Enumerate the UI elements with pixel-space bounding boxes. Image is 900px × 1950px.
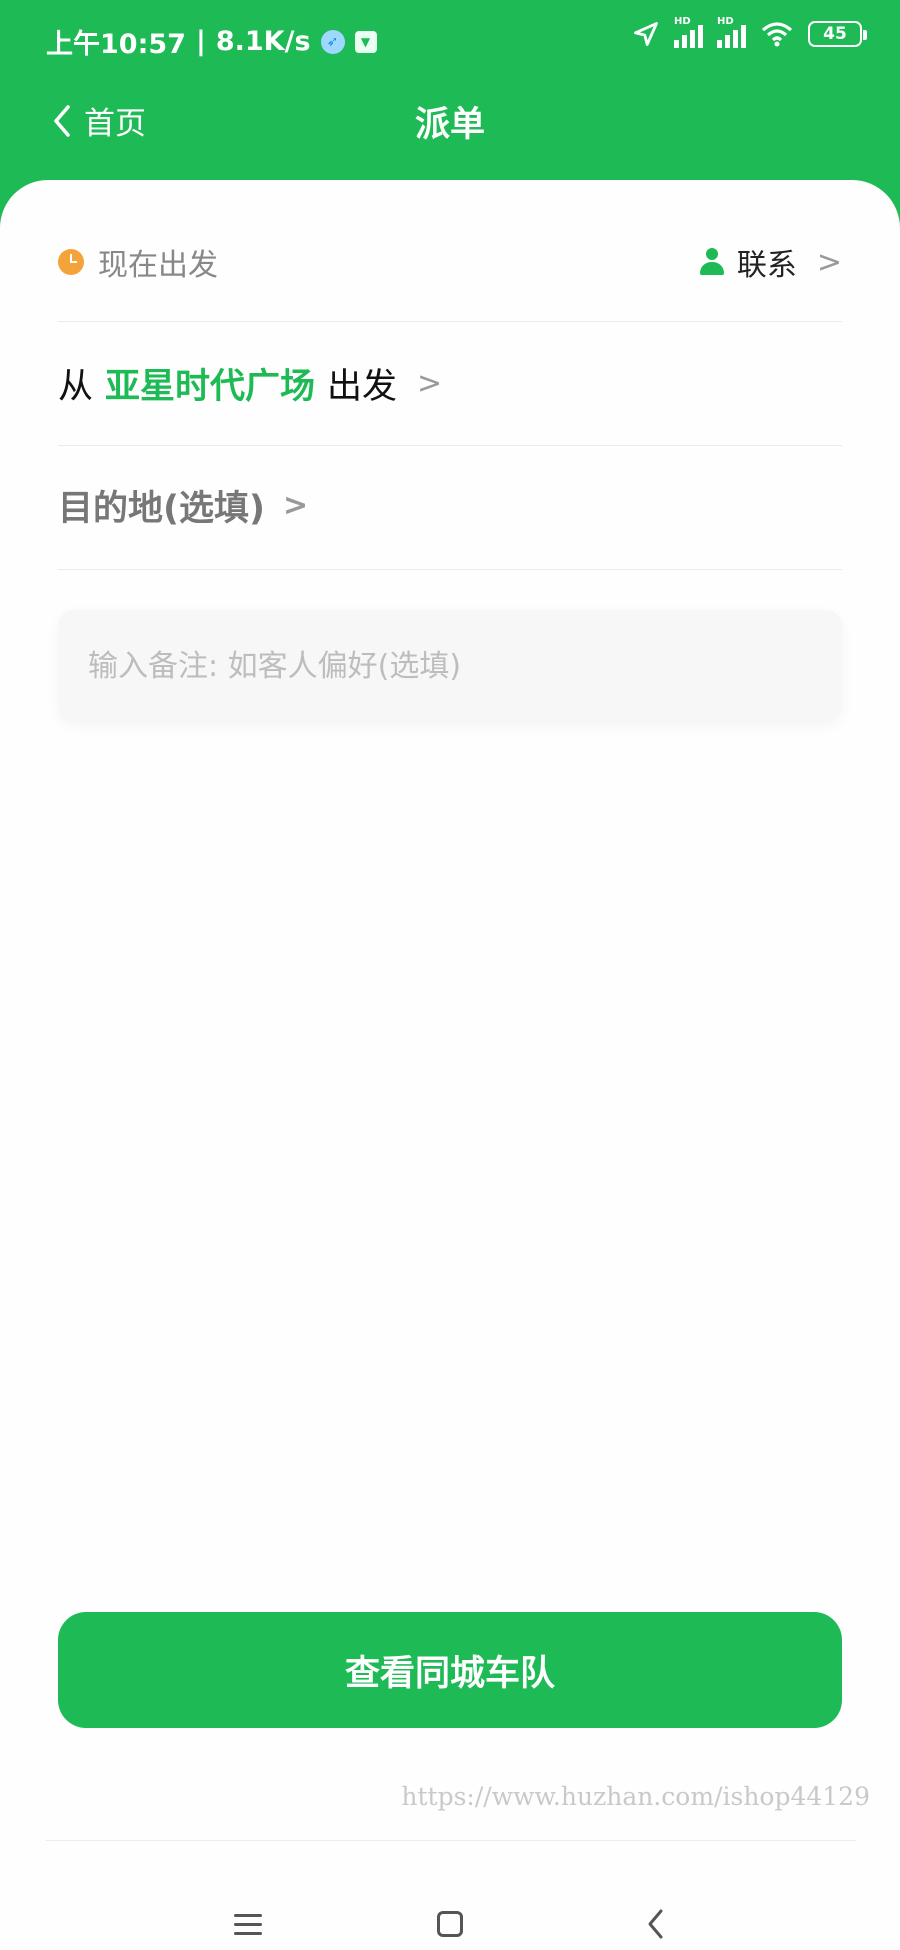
chevron-right-icon: > [816,244,842,280]
location-icon [634,22,658,46]
dispatch-card: 现在出发 联系 > 从 亚星时代广场 出发 > 目的地(选填) > 查看同城车队… [0,180,900,1950]
battery-icon: 45 [808,21,867,47]
clock-icon [58,249,84,275]
back-icon [648,1909,663,1939]
menu-icon [234,1908,262,1941]
page-title: 派单 [414,105,485,145]
contact-button[interactable]: 联系 > [699,240,842,284]
destination-label: 目的地(选填) [58,489,265,529]
app-notification-icon: ➶ [320,29,345,54]
chevron-right-icon: > [417,366,443,401]
view-fleet-button[interactable]: 查看同城车队 [58,1612,842,1728]
watermark: https://www.huzhan.com/ishop44129 [401,1782,870,1811]
origin-place: 亚星时代广场 [105,367,316,407]
wifi-icon [761,22,793,47]
download-notification-icon: ▼ [354,30,377,53]
signal-icon-2: HD [717,16,746,48]
from-suffix: 出发 [327,367,398,407]
chevron-right-icon: > [283,488,309,523]
contact-label: 联系 [736,248,797,283]
note-input[interactable] [58,610,842,722]
status-left: 上午10:57 | 8.1K/s ➶ ▼ [46,22,377,61]
destination-line: 目的地(选填) > [58,480,308,531]
origin-line: 从 亚星时代广场 出发 > [58,358,442,409]
divider [46,1840,856,1841]
from-prefix: 从 [58,367,94,407]
system-menu-button[interactable] [218,1894,278,1950]
origin-row[interactable]: 从 亚星时代广场 出发 > [58,322,842,446]
nav-bar: 首页 派单 [0,80,900,180]
signal-icon: HD [674,16,703,48]
status-right: HD HD 45 [632,16,867,48]
destination-row[interactable]: 目的地(选填) > [58,446,842,570]
home-icon [437,1911,463,1937]
system-home-button[interactable] [420,1894,480,1950]
system-nav-bar [0,1880,900,1950]
network-speed: 8.1K/s [215,26,311,57]
status-bar: 上午10:57 | 8.1K/s ➶ ▼ HD HD 45 [0,0,900,80]
person-icon [699,248,725,276]
system-back-button[interactable] [626,1894,686,1950]
time-contact-row: 现在出发 联系 > [58,180,842,322]
departure-time-label: 现在出发 [98,248,218,283]
departure-time-selector[interactable]: 现在出发 [58,240,218,284]
status-time: 上午10:57 [46,29,186,60]
status-separator: | [195,26,206,57]
